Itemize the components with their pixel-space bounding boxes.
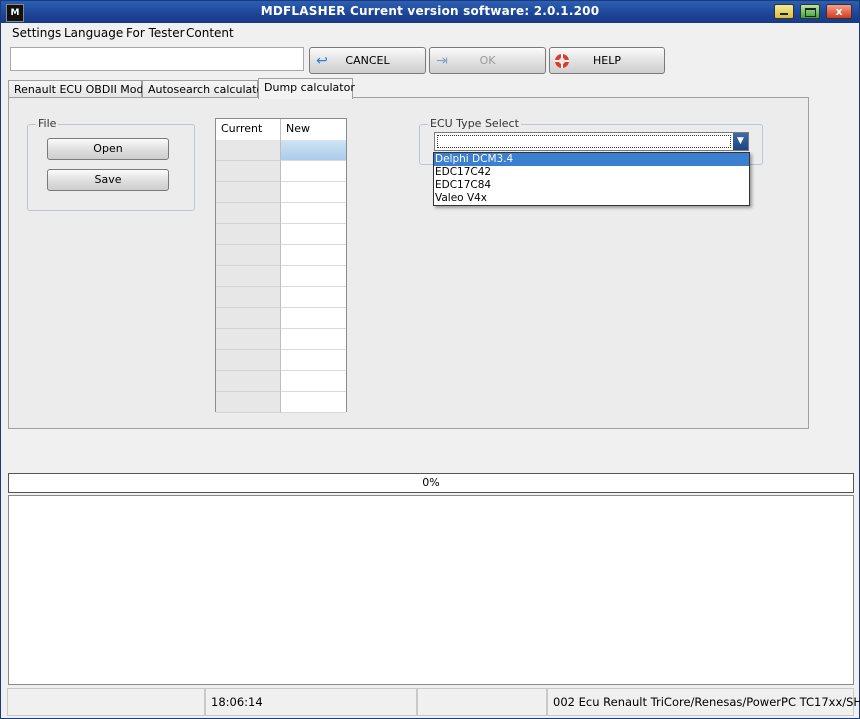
table-row[interactable] bbox=[216, 308, 346, 329]
status-time: 18:06:14 bbox=[205, 688, 417, 716]
ecu-option-edc17c42[interactable]: EDC17C42 bbox=[434, 166, 749, 179]
table-row[interactable] bbox=[216, 182, 346, 203]
tab-autosearch-calculator[interactable]: Autosearch calculator bbox=[142, 80, 268, 98]
file-group-legend: File bbox=[36, 117, 59, 130]
progress-text: 0% bbox=[422, 476, 440, 489]
app-window: M MDFLASHER Current version software: 2.… bbox=[0, 0, 860, 719]
menu-for-tester[interactable]: For Tester bbox=[126, 26, 185, 40]
menu-bar: Settings Language For Tester Content bbox=[2, 23, 858, 43]
grid-cell-current[interactable] bbox=[216, 266, 281, 287]
ok-label: OK bbox=[479, 54, 496, 67]
dump-grid[interactable]: Current New bbox=[215, 118, 347, 413]
ecu-option-edc17c84[interactable]: EDC17C84 bbox=[434, 179, 749, 192]
table-row[interactable] bbox=[216, 245, 346, 266]
search-input[interactable] bbox=[10, 47, 304, 71]
grid-cell-new[interactable] bbox=[281, 392, 346, 413]
grid-cell-current[interactable] bbox=[216, 203, 281, 224]
grid-cell-new[interactable] bbox=[281, 224, 346, 245]
grid-cell-new[interactable] bbox=[281, 203, 346, 224]
table-row[interactable] bbox=[216, 266, 346, 287]
table-row[interactable] bbox=[216, 203, 346, 224]
grid-cell-new[interactable] bbox=[281, 308, 346, 329]
grid-cell-current[interactable] bbox=[216, 329, 281, 350]
table-row[interactable] bbox=[216, 224, 346, 245]
help-button[interactable]: HELP bbox=[549, 47, 665, 74]
table-row[interactable] bbox=[216, 140, 346, 161]
chevron-down-icon[interactable]: ▼ bbox=[733, 133, 748, 150]
menu-settings[interactable]: Settings bbox=[12, 26, 61, 40]
save-button[interactable]: Save bbox=[47, 169, 169, 191]
undo-arrow-icon: ↩ bbox=[316, 53, 328, 69]
grid-cell-new[interactable] bbox=[281, 140, 346, 161]
tab-dump-calculator[interactable]: Dump calculator bbox=[258, 78, 355, 99]
grid-cell-current[interactable] bbox=[216, 224, 281, 245]
close-button[interactable]: x bbox=[826, 4, 852, 19]
cancel-button[interactable]: ↩ CANCEL bbox=[309, 47, 426, 74]
grid-cell-new[interactable] bbox=[281, 371, 346, 392]
grid-cell-current[interactable] bbox=[216, 182, 281, 203]
grid-cell-current[interactable] bbox=[216, 308, 281, 329]
tab-renault-ecu-obdii-mode[interactable]: Renault ECU OBDII Mode bbox=[8, 80, 150, 98]
exit-door-icon: ⇥ bbox=[436, 53, 448, 69]
grid-cell-current[interactable] bbox=[216, 287, 281, 308]
grid-header-new[interactable]: New bbox=[281, 119, 346, 140]
table-row[interactable] bbox=[216, 392, 346, 413]
grid-cell-new[interactable] bbox=[281, 266, 346, 287]
maximize-button[interactable] bbox=[800, 4, 820, 19]
grid-cell-new[interactable] bbox=[281, 182, 346, 203]
ecu-option-delphi-dcm3-4[interactable]: Delphi DCM3.4 bbox=[434, 153, 749, 166]
menu-content[interactable]: Content bbox=[186, 26, 234, 40]
ecu-type-legend: ECU Type Select bbox=[428, 117, 521, 130]
ecu-type-dropdown-list: Delphi DCM3.4 EDC17C42 EDC17C84 Valeo V4… bbox=[433, 152, 750, 206]
grid-cell-current[interactable] bbox=[216, 245, 281, 266]
table-row[interactable] bbox=[216, 287, 346, 308]
grid-cell-new[interactable] bbox=[281, 329, 346, 350]
grid-cell-current[interactable] bbox=[216, 350, 281, 371]
grid-cell-current[interactable] bbox=[216, 371, 281, 392]
grid-cell-current[interactable] bbox=[216, 140, 281, 161]
table-row[interactable] bbox=[216, 371, 346, 392]
ok-button[interactable]: ⇥ OK bbox=[429, 47, 546, 74]
ecu-type-select[interactable]: ▼ bbox=[434, 132, 749, 151]
table-row[interactable] bbox=[216, 161, 346, 182]
status-bar: 18:06:14 002 Ecu Renault TriCore/Renesas… bbox=[2, 688, 860, 718]
cancel-label: CANCEL bbox=[345, 54, 390, 67]
open-button[interactable]: Open bbox=[47, 138, 169, 160]
help-label: HELP bbox=[593, 54, 621, 67]
window-title: MDFLASHER Current version software: 2.0.… bbox=[260, 4, 600, 18]
grid-cell-new[interactable] bbox=[281, 350, 346, 371]
ecu-option-valeo-v4x[interactable]: Valeo V4x bbox=[434, 192, 749, 205]
grid-cell-new[interactable] bbox=[281, 245, 346, 266]
status-cell-1 bbox=[7, 688, 205, 716]
grid-cell-current[interactable] bbox=[216, 161, 281, 182]
log-output-area[interactable] bbox=[8, 495, 854, 685]
status-ecu-info: 002 Ecu Renault TriCore/Renesas/PowerPC … bbox=[547, 688, 860, 716]
lifebuoy-icon bbox=[554, 53, 570, 69]
grid-cell-current[interactable] bbox=[216, 392, 281, 413]
title-bar[interactable]: M MDFLASHER Current version software: 2.… bbox=[1, 1, 859, 23]
table-row[interactable] bbox=[216, 350, 346, 371]
progress-bar: 0% bbox=[8, 473, 854, 493]
table-row[interactable] bbox=[216, 329, 346, 350]
grid-cell-new[interactable] bbox=[281, 287, 346, 308]
grid-cell-new[interactable] bbox=[281, 161, 346, 182]
grid-header: Current New bbox=[216, 119, 346, 141]
minimize-button[interactable] bbox=[774, 4, 794, 19]
status-cell-3 bbox=[417, 688, 547, 716]
grid-header-current[interactable]: Current bbox=[216, 119, 281, 140]
menu-language[interactable]: Language bbox=[64, 26, 123, 40]
ecu-type-value bbox=[437, 135, 731, 148]
